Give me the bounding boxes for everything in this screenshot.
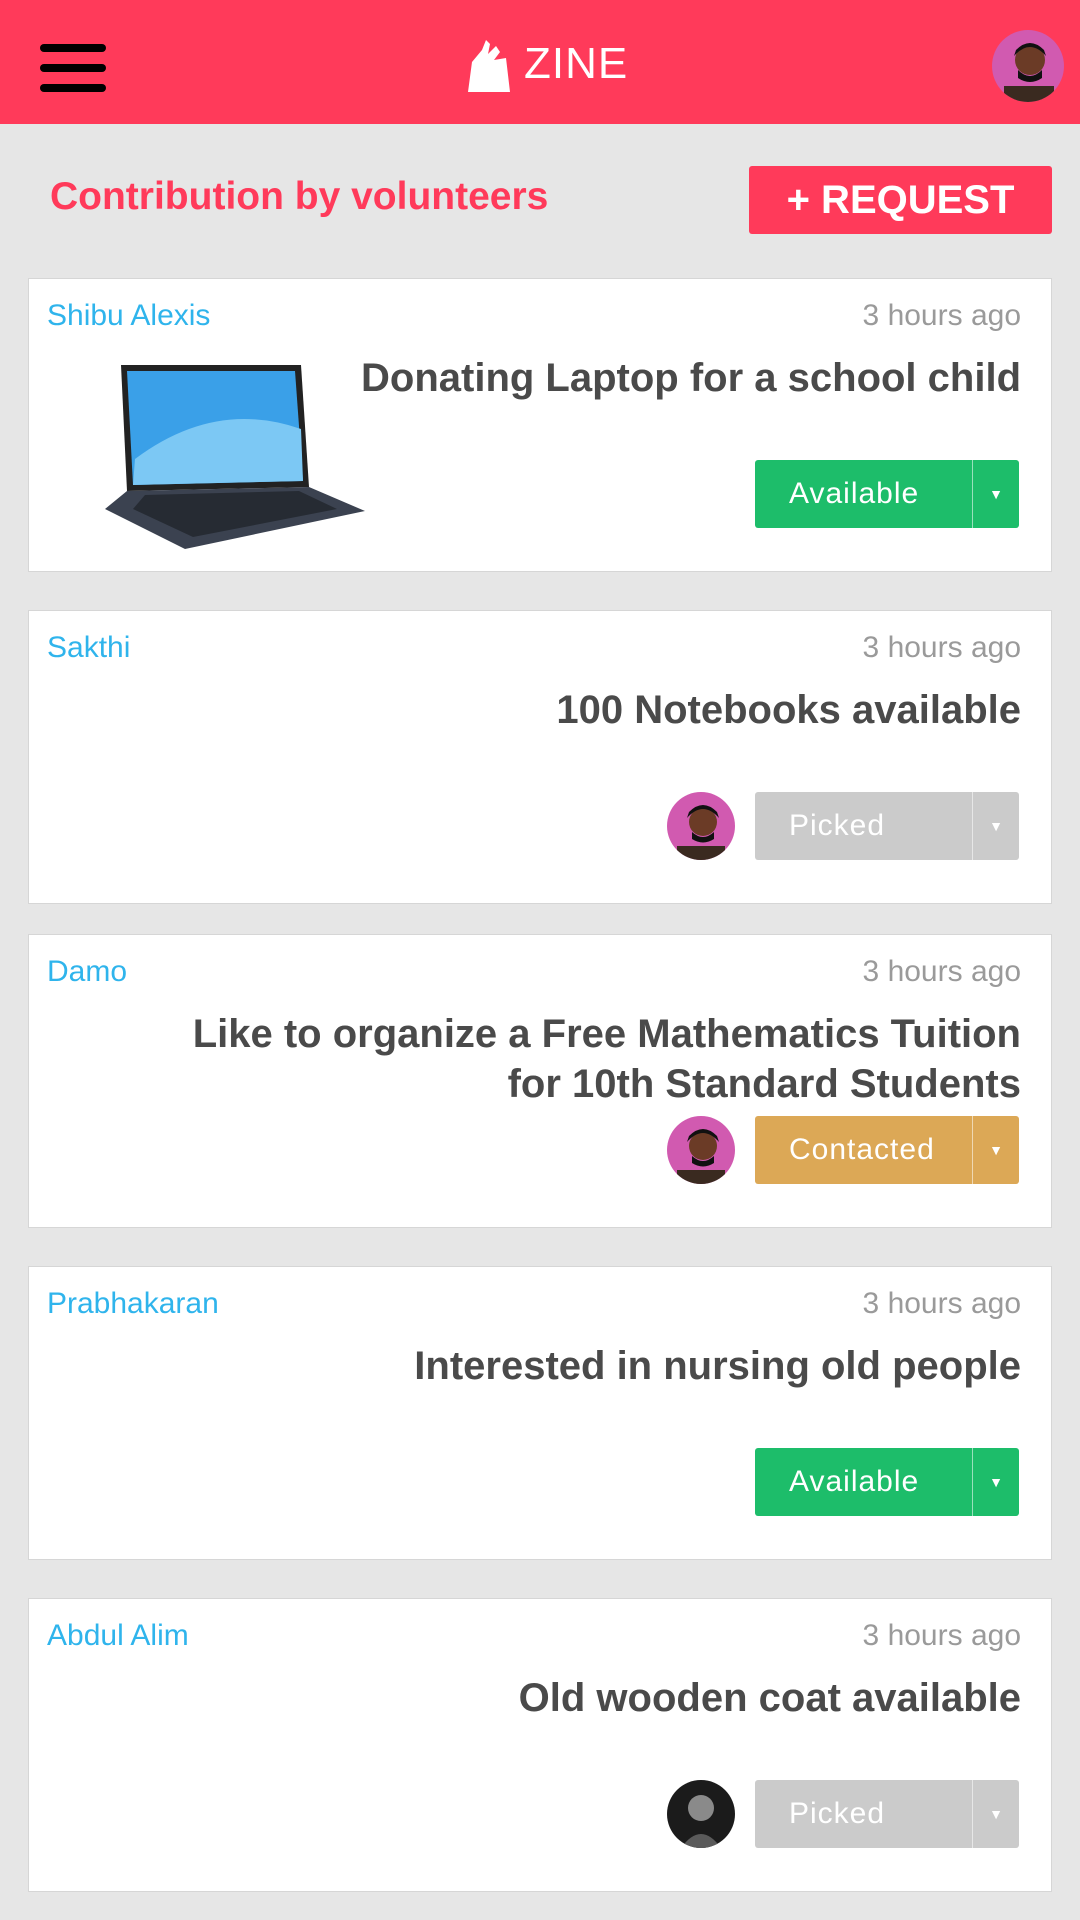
request-button[interactable]: + REQUEST <box>749 166 1052 234</box>
status-label: Available <box>789 1465 920 1498</box>
caret-down-icon[interactable]: ▼ <box>972 792 1019 860</box>
status-label: Picked <box>789 809 886 842</box>
author-link[interactable]: Abdul Alim <box>47 1619 189 1653</box>
timestamp: 3 hours ago <box>862 1619 1021 1652</box>
timestamp: 3 hours ago <box>862 955 1021 988</box>
status-dropdown[interactable]: Contacted ▼ <box>755 1116 1019 1184</box>
status-dropdown[interactable]: Picked ▼ <box>755 1780 1019 1848</box>
contribution-title: Donating Laptop for a school child <box>361 356 1021 400</box>
brand-name: ZINE <box>524 39 629 88</box>
status-label: Contacted <box>789 1133 935 1166</box>
contribution-title: Old wooden coat available <box>518 1676 1021 1720</box>
hamburger-menu-icon[interactable] <box>40 44 106 92</box>
climbers-logo-icon <box>468 40 510 92</box>
contribution-card[interactable]: Shibu Alexis 3 hours ago Donating Laptop… <box>28 278 1052 572</box>
contribution-title: 100 Notebooks available <box>556 688 1021 732</box>
status-dropdown[interactable]: Picked ▼ <box>755 792 1019 860</box>
contribution-card[interactable]: Prabhakaran 3 hours ago Interested in nu… <box>28 1266 1052 1560</box>
status-dropdown[interactable]: Available ▼ <box>755 460 1019 528</box>
author-link[interactable]: Prabhakaran <box>47 1287 219 1321</box>
contribution-card[interactable]: Sakthi 3 hours ago 100 Notebooks availab… <box>28 610 1052 904</box>
brand-logo[interactable]: ZINE <box>466 34 628 94</box>
assignee-avatar <box>667 1780 735 1848</box>
user-avatar[interactable] <box>992 30 1064 102</box>
caret-down-icon[interactable]: ▼ <box>972 1780 1019 1848</box>
assignee-avatar <box>667 1116 735 1184</box>
status-label: Picked <box>789 1797 886 1830</box>
contribution-title: Interested in nursing old people <box>414 1344 1021 1388</box>
contribution-card[interactable]: Damo 3 hours ago Like to organize a Free… <box>28 934 1052 1228</box>
status-label: Available <box>789 477 920 510</box>
caret-down-icon[interactable]: ▼ <box>972 1448 1019 1516</box>
timestamp: 3 hours ago <box>862 631 1021 664</box>
top-bar: ZINE <box>0 0 1080 124</box>
caret-down-icon[interactable]: ▼ <box>972 460 1019 528</box>
status-dropdown[interactable]: Available ▼ <box>755 1448 1019 1516</box>
assignee-avatar <box>667 792 735 860</box>
author-link[interactable]: Damo <box>47 955 127 989</box>
section-title: Contribution by volunteers <box>50 175 549 218</box>
caret-down-icon[interactable]: ▼ <box>972 1116 1019 1184</box>
timestamp: 3 hours ago <box>862 1287 1021 1320</box>
timestamp: 3 hours ago <box>862 299 1021 332</box>
contribution-title: Like to organize a Free Mathematics Tuit… <box>192 1012 1021 1106</box>
contribution-card[interactable]: Abdul Alim 3 hours ago Old wooden coat a… <box>28 1598 1052 1892</box>
author-link[interactable]: Shibu Alexis <box>47 299 210 333</box>
author-link[interactable]: Sakthi <box>47 631 130 665</box>
